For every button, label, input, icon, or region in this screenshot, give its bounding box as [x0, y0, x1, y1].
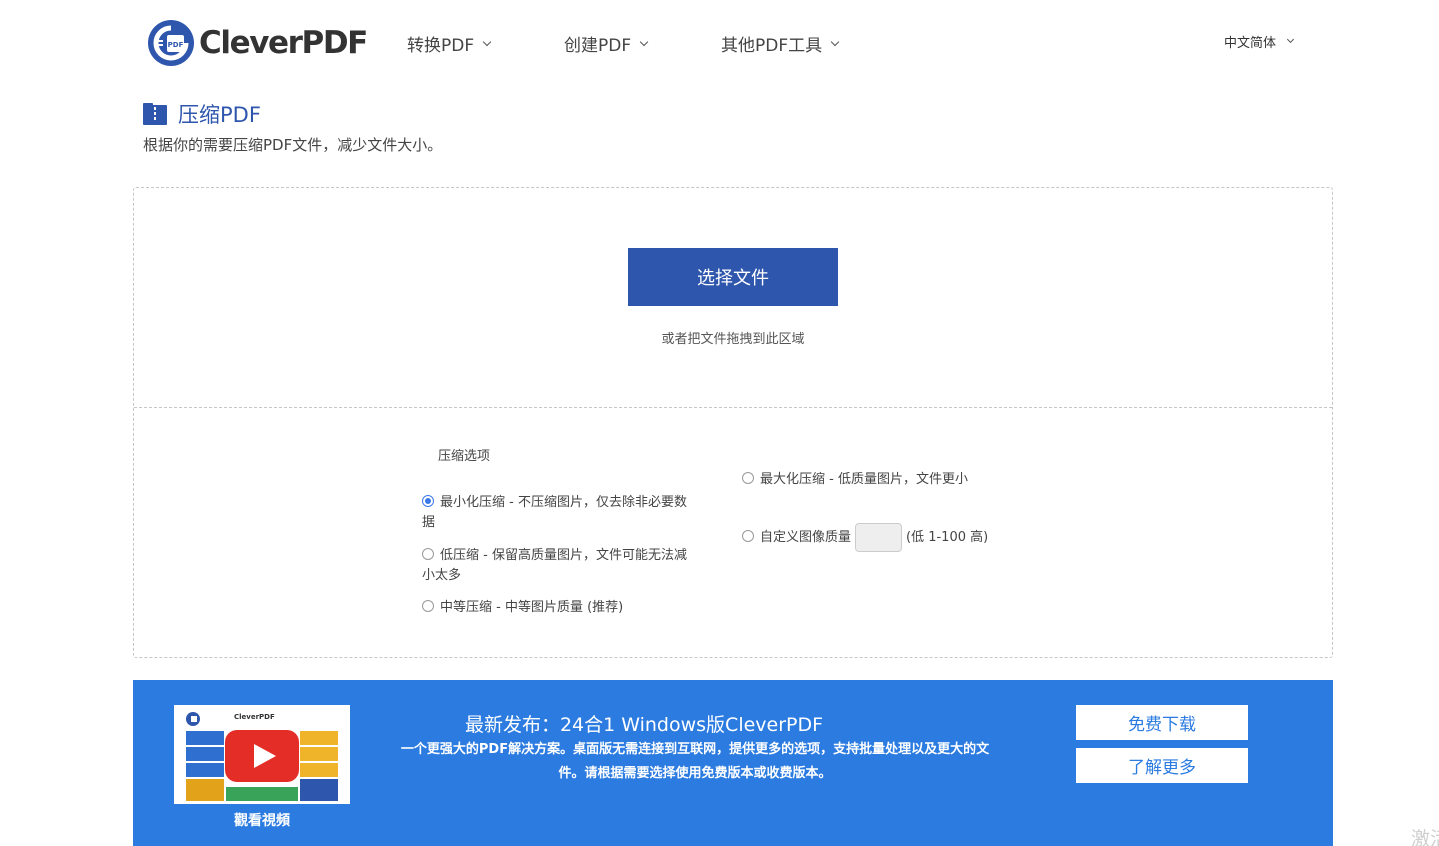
- option-custom-quality[interactable]: 自定义图像质量 (低 1-100 高): [742, 523, 988, 553]
- option-medium-label: 中等压缩 - 中等图片质量 (推荐): [440, 600, 624, 615]
- cleverpdf-logo-icon: PDF: [148, 20, 194, 66]
- banner-description: 一个更强大的PDF解决方案。桌面版无需连接到互联网，提供更多的选项，支持批量处理…: [400, 742, 990, 781]
- activation-watermark: 激活: [1411, 828, 1439, 846]
- option-max-label: 最大化压缩 - 低质量图片，文件更小: [760, 472, 968, 487]
- cleverpdf-logo-icon: [186, 712, 200, 726]
- nav-create-pdf-label: 创建PDF: [564, 36, 632, 56]
- drop-hint: 或者把文件拖拽到此区域: [661, 332, 805, 347]
- nav-convert-pdf-label: 转换PDF: [407, 36, 475, 56]
- language-label: 中文简体: [1224, 36, 1277, 51]
- radio-low[interactable]: [422, 548, 434, 560]
- nav-convert-pdf[interactable]: 转换PDF: [407, 31, 492, 56]
- logo-text: CleverPDF: [199, 25, 368, 61]
- zip-file-icon: [143, 103, 167, 125]
- language-selector[interactable]: 中文简体: [1224, 32, 1295, 51]
- option-minimal-compression[interactable]: 最小化压缩 - 不压缩图片，仅去除非必要数据: [422, 493, 694, 533]
- quality-range-hint: (低 1-100 高): [906, 530, 989, 545]
- logo-link[interactable]: PDF CleverPDF: [147, 19, 368, 67]
- compression-options-label: 压缩选项: [438, 449, 491, 464]
- radio-custom[interactable]: [742, 530, 754, 542]
- promo-banner: CleverPDF 觀看視頻 最新发布：24合1 Windows版CleverP…: [133, 680, 1333, 846]
- logo-badge: PDF: [168, 41, 184, 49]
- option-custom-label: 自定义图像质量: [760, 530, 852, 545]
- section-divider: [134, 407, 1332, 408]
- option-minimal-label: 最小化压缩 - 不压缩图片，仅去除非必要数据: [422, 495, 687, 530]
- option-low-label: 低压缩 - 保留高质量图片，文件可能无法减小太多: [422, 548, 687, 583]
- nav-other-tools[interactable]: 其他PDF工具: [721, 31, 840, 56]
- thumbnail-header: CleverPDF: [174, 705, 350, 727]
- header: PDF CleverPDF 转换PDF 创建PDF 其他PDF工具 中文简体: [0, 0, 1439, 84]
- learn-more-button[interactable]: 了解更多: [1076, 748, 1248, 783]
- nav-create-pdf[interactable]: 创建PDF: [564, 31, 649, 56]
- chevron-down-icon: [830, 37, 840, 46]
- play-video-button[interactable]: [225, 730, 299, 782]
- play-icon: [254, 744, 276, 768]
- chevron-down-icon: [482, 37, 492, 46]
- video-thumbnail[interactable]: CleverPDF: [174, 705, 350, 804]
- thumbnail-brand: CleverPDF: [234, 713, 275, 721]
- upload-dropzone[interactable]: 选择文件 或者把文件拖拽到此区域 压缩选项 最小化压缩 - 不压缩图片，仅去除非…: [133, 187, 1333, 658]
- radio-minimal[interactable]: [422, 495, 434, 507]
- select-file-button[interactable]: 选择文件: [628, 248, 838, 306]
- option-medium-compression[interactable]: 中等压缩 - 中等图片质量 (推荐): [422, 598, 722, 618]
- radio-max[interactable]: [742, 472, 754, 484]
- watch-video-link[interactable]: 觀看視頻: [174, 810, 350, 830]
- page: PDF CleverPDF 转换PDF 创建PDF 其他PDF工具 中文简体 压…: [0, 0, 1439, 846]
- page-title-row: 压缩PDF: [143, 99, 261, 129]
- chevron-down-icon: [1286, 35, 1295, 44]
- page-title: 压缩PDF: [178, 103, 261, 127]
- option-low-compression[interactable]: 低压缩 - 保留高质量图片，文件可能无法减小太多: [422, 546, 694, 586]
- free-download-button[interactable]: 免费下载: [1076, 705, 1248, 740]
- quality-input[interactable]: [855, 523, 903, 552]
- option-max-compression[interactable]: 最大化压缩 - 低质量图片，文件更小: [742, 470, 968, 490]
- nav-other-tools-label: 其他PDF工具: [721, 36, 823, 56]
- banner-title: 最新发布：24合1 Windows版CleverPDF: [464, 714, 824, 736]
- chevron-down-icon: [639, 37, 649, 46]
- radio-medium[interactable]: [422, 600, 434, 612]
- page-subtitle: 根据你的需要压缩PDF文件，减少文件大小。: [143, 136, 443, 154]
